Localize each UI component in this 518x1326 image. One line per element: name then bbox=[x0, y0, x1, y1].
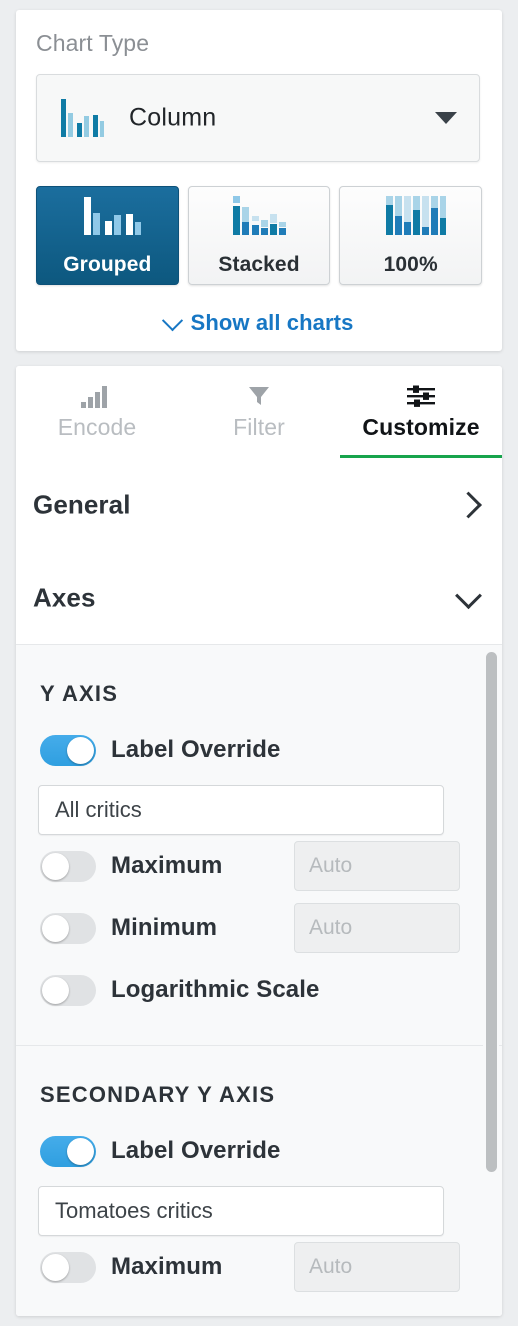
chevron-right-icon bbox=[455, 491, 482, 518]
variant-stacked-label: Stacked bbox=[218, 253, 300, 276]
y-axis-label-override-row: Label Override bbox=[16, 719, 502, 781]
tab-customize-label: Customize bbox=[362, 413, 480, 440]
percent-stacked-column-icon bbox=[385, 196, 446, 235]
secondary-y-axis-group: SECONDARY Y AXIS Label Override Maximum bbox=[16, 1046, 502, 1316]
stacked-column-icon bbox=[233, 196, 286, 235]
grouped-column-icon bbox=[84, 197, 142, 235]
y-axis-label-override-label: Label Override bbox=[111, 736, 281, 763]
variant-100-percent[interactable]: 100% bbox=[339, 186, 483, 285]
y-axis-logarithmic-scale-label: Logarithmic Scale bbox=[111, 976, 320, 1003]
chevron-down-icon bbox=[435, 112, 457, 124]
chart-type-card: Chart Type Column Grouped Stacked 100% S… bbox=[16, 10, 502, 351]
secondary-y-axis-maximum-row: Maximum bbox=[16, 1236, 502, 1298]
y-axis-group: Y AXIS Label Override Maximum bbox=[16, 645, 502, 1046]
panel-tabs: Encode Filter Customize bbox=[16, 366, 502, 459]
y-axis-maximum-label: Maximum bbox=[111, 852, 223, 879]
toggle-knob bbox=[42, 914, 69, 942]
tab-encode[interactable]: Encode bbox=[16, 366, 178, 458]
chevron-down-icon bbox=[161, 309, 183, 331]
column-chart-icon bbox=[61, 99, 104, 137]
chevron-down-icon bbox=[455, 581, 482, 609]
secondary-y-axis-label-override-row: Label Override bbox=[16, 1120, 502, 1182]
bar-levels-icon bbox=[80, 384, 114, 408]
secondary-y-axis-maximum-input[interactable] bbox=[294, 1242, 460, 1292]
section-axes-label: Axes bbox=[33, 582, 96, 612]
tab-filter-label: Filter bbox=[233, 413, 285, 440]
funnel-icon bbox=[247, 384, 271, 408]
sliders-icon bbox=[406, 384, 436, 408]
tab-customize[interactable]: Customize bbox=[340, 366, 502, 459]
y-axis-maximum-toggle[interactable] bbox=[40, 850, 96, 882]
vertical-scrollbar[interactable] bbox=[486, 652, 497, 1172]
secondary-y-axis-maximum-label: Maximum bbox=[111, 1253, 223, 1280]
toggle-knob bbox=[42, 976, 69, 1004]
secondary-y-axis-maximum-toggle[interactable] bbox=[40, 1251, 96, 1283]
y-axis-maximum-input[interactable] bbox=[294, 841, 460, 891]
section-general-label: General bbox=[33, 489, 131, 519]
secondary-y-axis-label-override-input[interactable] bbox=[38, 1186, 444, 1236]
customize-panel: Chart Type Column Grouped Stacked 100% S… bbox=[0, 0, 518, 1326]
page-title: Chart Type bbox=[36, 30, 150, 56]
secondary-y-axis-label-override-label: Label Override bbox=[111, 1137, 281, 1164]
toggle-knob bbox=[42, 852, 69, 880]
y-axis-minimum-input[interactable] bbox=[294, 903, 460, 953]
variant-100-percent-label: 100% bbox=[383, 253, 438, 276]
y-axis-minimum-toggle[interactable] bbox=[40, 912, 96, 944]
secondary-y-axis-label-override-toggle[interactable] bbox=[40, 1135, 96, 1167]
variant-grouped[interactable]: Grouped bbox=[36, 186, 179, 285]
chart-type-dropdown[interactable]: Column bbox=[36, 74, 480, 162]
y-axis-heading: Y AXIS bbox=[40, 681, 119, 706]
chart-variant-group: Grouped Stacked 100% bbox=[36, 186, 483, 285]
y-axis-logarithmic-scale-toggle[interactable] bbox=[40, 974, 96, 1006]
axes-settings-scroll-area: Y AXIS Label Override Maximum bbox=[16, 645, 502, 1316]
section-general[interactable]: General bbox=[16, 458, 502, 552]
show-all-charts-label: Show all charts bbox=[190, 310, 354, 335]
show-all-charts-link[interactable]: Show all charts bbox=[16, 309, 502, 336]
y-axis-minimum-label: Minimum bbox=[111, 914, 218, 941]
y-axis-maximum-row: Maximum bbox=[16, 835, 502, 897]
chart-type-value: Column bbox=[129, 103, 217, 132]
toggle-knob bbox=[67, 1137, 94, 1165]
variant-grouped-label: Grouped bbox=[63, 253, 152, 276]
section-axes[interactable]: Axes bbox=[16, 551, 502, 645]
variant-stacked[interactable]: Stacked bbox=[187, 186, 331, 285]
toggle-knob bbox=[42, 1253, 69, 1281]
y-axis-minimum-row: Minimum bbox=[16, 897, 502, 959]
customize-settings-card: Encode Filter Customize General Axes Y A… bbox=[16, 366, 502, 1316]
y-axis-label-override-input[interactable] bbox=[38, 785, 444, 835]
secondary-y-axis-heading: SECONDARY Y AXIS bbox=[40, 1082, 276, 1107]
tab-encode-label: Encode bbox=[57, 413, 137, 440]
y-axis-logarithmic-scale-row: Logarithmic Scale bbox=[16, 959, 502, 1021]
y-axis-label-override-toggle[interactable] bbox=[40, 734, 96, 766]
tab-filter[interactable]: Filter bbox=[178, 366, 340, 458]
toggle-knob bbox=[67, 736, 94, 764]
